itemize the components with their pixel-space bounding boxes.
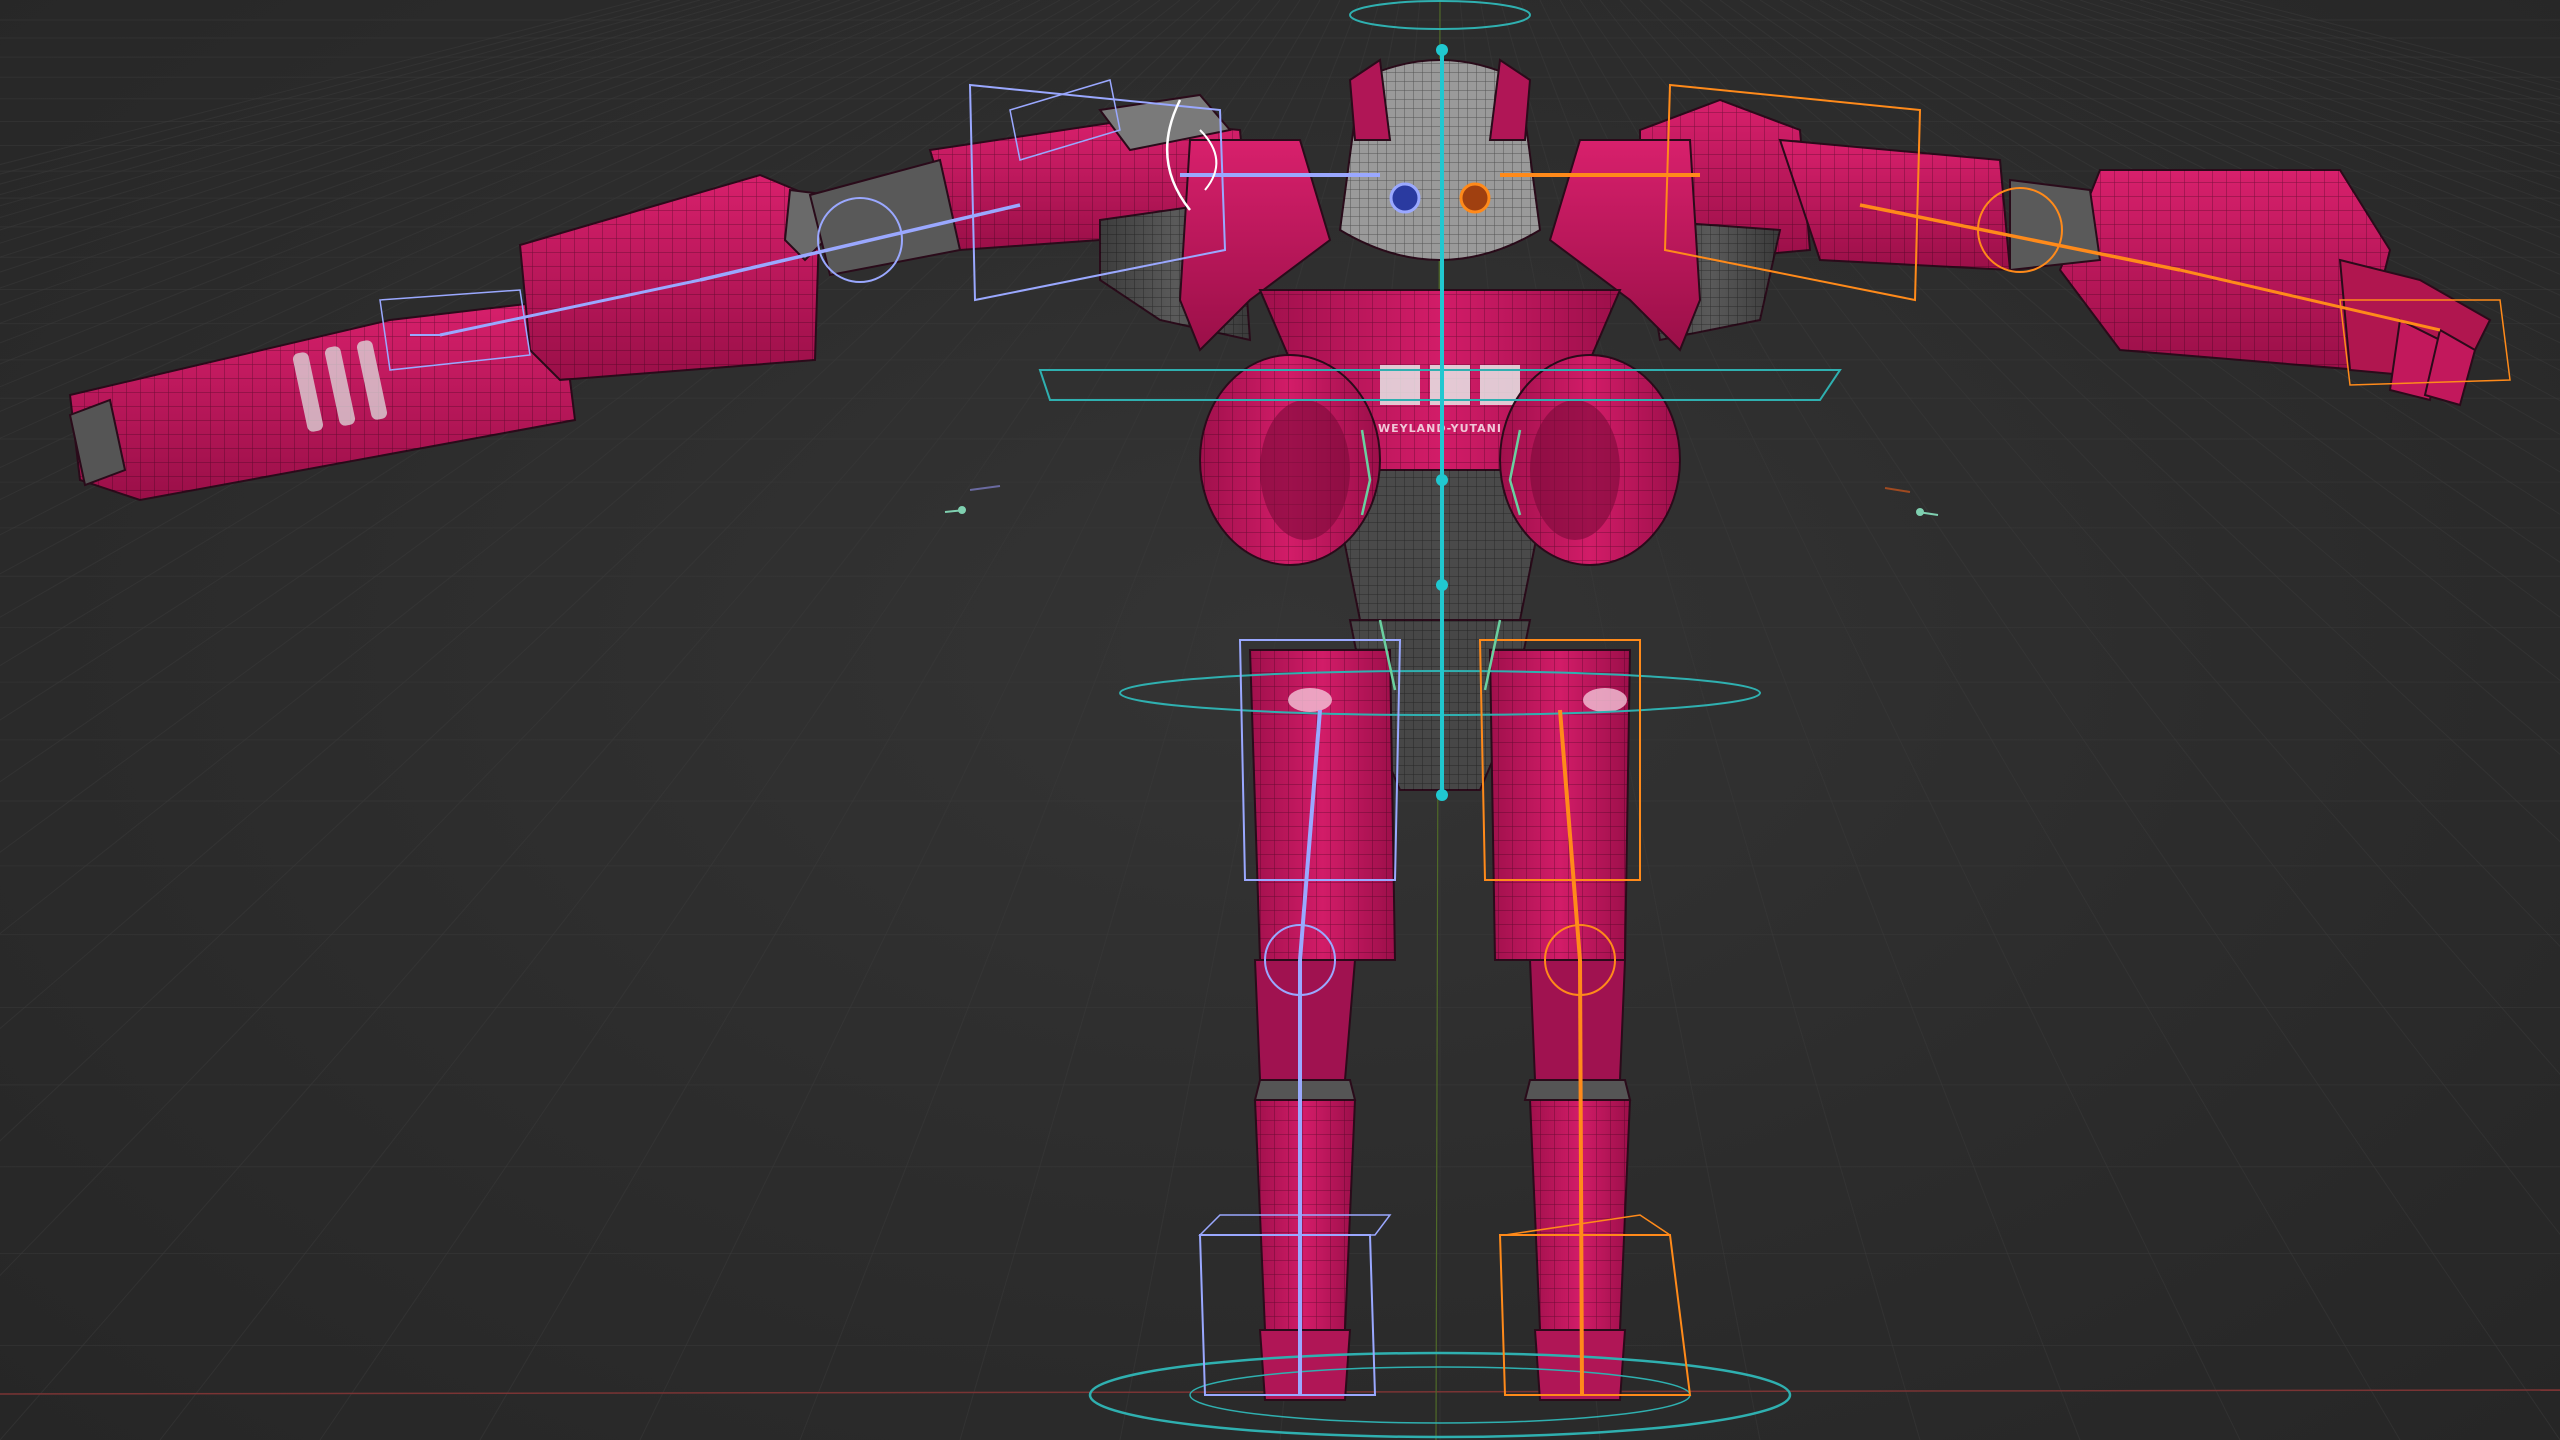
grid-line bbox=[0, 0, 701, 196]
left-leg-mesh[interactable] bbox=[1248, 649, 1397, 1401]
right-leg-mesh[interactable] bbox=[1488, 649, 1632, 1401]
viewport-canvas[interactable]: WEYLAND-YUTANI bbox=[0, 0, 2560, 1440]
floating-helper-right[interactable] bbox=[1884, 487, 1939, 516]
grid-line bbox=[0, 0, 661, 175]
grid-line bbox=[0, 0, 641, 166]
3d-viewport[interactable]: WEYLAND-YUTANI bbox=[0, 0, 2560, 1440]
